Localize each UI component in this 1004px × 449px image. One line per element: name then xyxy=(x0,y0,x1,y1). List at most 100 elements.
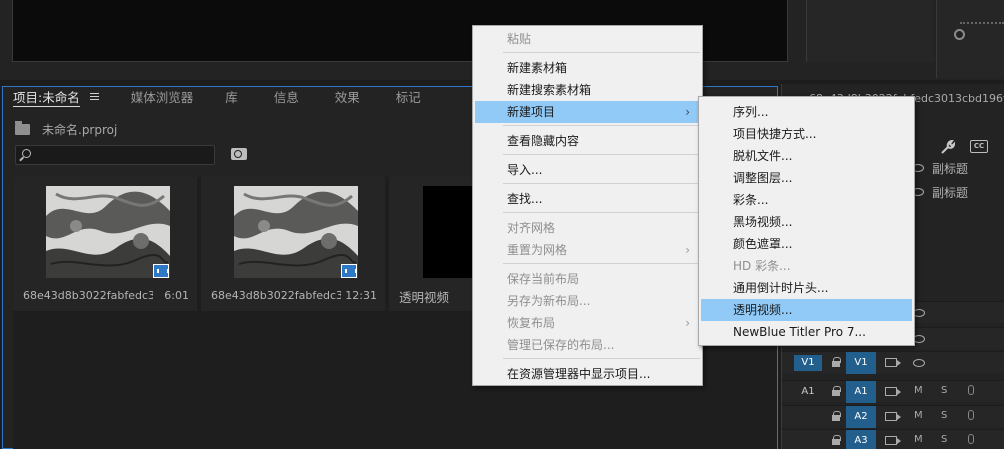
submenu-arrow-icon: › xyxy=(685,243,690,257)
menu-item-label: 管理已保存的布局... xyxy=(507,338,615,352)
menu-item-align-grid[interactable]: 对齐网格 xyxy=(475,217,700,239)
folder-icon xyxy=(15,120,30,135)
solo-button[interactable]: S xyxy=(941,434,947,445)
submenu-item-black-video[interactable]: 黑场视频... xyxy=(701,211,912,233)
menu-item-new-item[interactable]: 新建项目 › xyxy=(475,101,700,123)
video-track-v1: V1 V1 xyxy=(782,351,1004,374)
submenu-item-adjustment-layer[interactable]: 调整图层... xyxy=(701,167,912,189)
mute-button[interactable]: M xyxy=(914,434,923,445)
wrench-icon[interactable] xyxy=(939,140,955,154)
menu-item-label: 黑场视频... xyxy=(733,215,793,229)
tab-effects[interactable]: 效果 xyxy=(325,87,370,111)
mute-button[interactable]: M xyxy=(914,385,923,396)
video-clip-badge-icon xyxy=(153,264,169,278)
solo-button[interactable]: S xyxy=(941,410,947,421)
track-target[interactable]: A3 xyxy=(846,430,876,449)
mic-icon[interactable] xyxy=(968,385,974,395)
clip-item[interactable]: 68e43d8b3022fabfedc301... 6:01 xyxy=(13,177,197,311)
menu-item-reveal-in-explorer[interactable]: 在资源管理器中显示项目... xyxy=(475,363,700,385)
menu-item-restore-layout[interactable]: 恢复布局 › xyxy=(475,312,700,334)
menu-item-new-bin[interactable]: 新建素材箱 xyxy=(475,57,700,79)
subtitle-track: 副标题 xyxy=(912,182,968,202)
find-icon[interactable] xyxy=(231,148,247,160)
panel-menu-icon[interactable] xyxy=(89,91,99,102)
lock-icon[interactable] xyxy=(832,357,841,367)
sync-icon[interactable] xyxy=(885,436,901,445)
clip-item[interactable]: 透明视频 xyxy=(389,177,473,311)
search-input[interactable] xyxy=(38,147,208,163)
mic-icon[interactable] xyxy=(968,410,974,420)
menu-item-label: 彩条... xyxy=(733,193,769,207)
sync-icon[interactable] xyxy=(885,412,901,421)
menu-item-reset-grid[interactable]: 重置为网格 › xyxy=(475,239,700,261)
menu-item-label: 另存为新布局... xyxy=(507,294,591,308)
menu-item-label: 调整图层... xyxy=(733,171,793,185)
new-item-submenu: 序列... 项目快捷方式... 脱机文件... 调整图层... 彩条... 黑场… xyxy=(698,96,915,346)
menu-item-paste[interactable]: 粘贴 xyxy=(475,28,700,50)
clip-duration: 6:01 xyxy=(164,289,189,302)
submenu-item-offline-file[interactable]: 脱机文件... xyxy=(701,145,912,167)
submenu-item-countdown-leader[interactable]: 通用倒计时片头... xyxy=(701,277,912,299)
submenu-item-newblue-titler[interactable]: NewBlue Titler Pro 7... xyxy=(701,321,912,343)
subtitle-track-label: 副标题 xyxy=(932,185,969,200)
submenu-item-transparent-video[interactable]: 透明视频... xyxy=(701,299,912,321)
context-menu: 粘贴 新建素材箱 新建搜索素材箱 新建项目 › 查看隐藏内容 导入... 查找..… xyxy=(472,25,703,386)
sync-icon[interactable] xyxy=(885,387,901,396)
source-patch[interactable]: V1 xyxy=(794,355,822,371)
search-field[interactable] xyxy=(15,145,215,165)
submenu-item-color-matte[interactable]: 颜色遮罩... xyxy=(701,233,912,255)
tab-project[interactable]: 项目:未命名 xyxy=(3,87,109,111)
menu-separator xyxy=(503,263,700,264)
sequence-badge-icon xyxy=(341,264,357,278)
clip-name: 68e43d8b3022fabfedc30... xyxy=(211,289,341,302)
menu-item-import[interactable]: 导入... xyxy=(475,159,700,181)
track-target[interactable]: A2 xyxy=(846,406,876,428)
tab-media-browser[interactable]: 媒体浏览器 xyxy=(121,87,204,111)
menu-item-view-hidden[interactable]: 查看隐藏内容 xyxy=(475,130,700,152)
lock-icon[interactable] xyxy=(832,411,841,421)
lock-icon[interactable] xyxy=(832,386,841,396)
mic-icon[interactable] xyxy=(968,434,974,444)
submenu-item-sequence[interactable]: 序列... xyxy=(701,101,912,123)
menu-item-label: 新建素材箱 xyxy=(507,61,568,75)
lock-icon[interactable] xyxy=(832,435,841,445)
solo-button[interactable]: S xyxy=(941,385,947,396)
track-target[interactable]: V1 xyxy=(846,352,876,374)
submenu-item-project-shortcut[interactable]: 项目快捷方式... xyxy=(701,123,912,145)
tab-markers[interactable]: 标记 xyxy=(386,87,431,111)
submenu-arrow-icon: › xyxy=(685,316,690,330)
menu-item-save-new-layout[interactable]: 另存为新布局... xyxy=(475,290,700,312)
track-target[interactable]: A1 xyxy=(846,381,876,403)
captions-icon[interactable]: CC xyxy=(970,140,988,153)
source-patch[interactable]: A1 xyxy=(794,384,822,400)
menu-item-label: 序列... xyxy=(733,105,769,119)
submenu-item-hd-bars[interactable]: HD 彩条... xyxy=(701,255,912,277)
project-file-name: 未命名.prproj xyxy=(42,122,118,137)
menu-item-label: 脱机文件... xyxy=(733,149,793,163)
audio-track-a3: A3 M S xyxy=(782,429,1004,449)
menu-separator xyxy=(503,358,700,359)
clip-item[interactable]: 68e43d8b3022fabfedc30... 12:31 xyxy=(201,177,385,311)
tab-libraries[interactable]: 库 xyxy=(215,87,248,111)
eye-icon[interactable] xyxy=(913,359,925,367)
menu-separator xyxy=(503,125,700,126)
submenu-item-bars-and-tone[interactable]: 彩条... xyxy=(701,189,912,211)
tab-project-label: 项目:未命名 xyxy=(13,90,80,107)
sync-icon[interactable] xyxy=(885,358,901,367)
mute-button[interactable]: M xyxy=(914,410,923,421)
menu-separator xyxy=(503,154,700,155)
menu-item-manage-layouts[interactable]: 管理已保存的布局... xyxy=(475,334,700,356)
clip-thumbnail xyxy=(46,186,170,278)
menu-item-label: 对齐网格 xyxy=(507,221,556,235)
menu-item-label: 项目快捷方式... xyxy=(733,127,817,141)
menu-separator xyxy=(503,183,700,184)
menu-item-save-layout[interactable]: 保存当前布局 xyxy=(475,268,700,290)
clip-thumbnail xyxy=(423,186,473,278)
meter-slider-knob[interactable] xyxy=(954,29,965,40)
menu-item-find[interactable]: 查找... xyxy=(475,188,700,210)
menu-item-label: 在资源管理器中显示项目... xyxy=(507,367,651,381)
meter-ticks xyxy=(960,22,1004,26)
menu-item-label: 粘贴 xyxy=(507,32,532,46)
tab-info[interactable]: 信息 xyxy=(264,87,309,111)
menu-item-new-search-bin[interactable]: 新建搜索素材箱 xyxy=(475,79,700,101)
